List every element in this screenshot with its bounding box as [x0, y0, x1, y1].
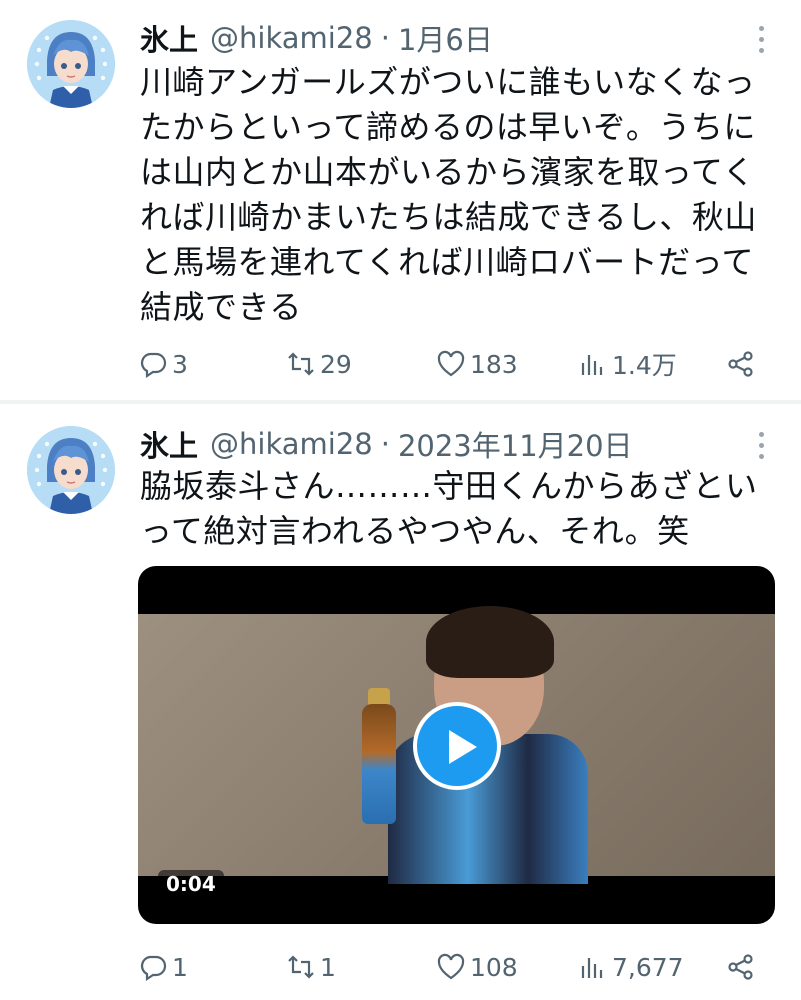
like-count: 108 [470, 952, 518, 982]
tweet-date[interactable]: 1月6日 [398, 17, 493, 59]
separator-dot: · [380, 21, 390, 55]
retweet-count: 29 [320, 349, 352, 379]
tweet-actions: 3 29 183 1.4万 [138, 344, 768, 384]
reply-button[interactable]: 3 [138, 344, 188, 384]
reply-icon [140, 352, 167, 379]
like-button[interactable]: 108 [436, 947, 518, 987]
tweet-text: 川崎アンガールズがついに誰もいなくなっ たからといって諦めるのは早いぞ。うちに … [140, 63, 757, 326]
like-count: 183 [470, 349, 518, 379]
heart-icon [437, 350, 465, 377]
video-duration: 0:04 [158, 870, 224, 898]
avatar-illustration [27, 20, 115, 108]
share-button[interactable] [726, 947, 756, 987]
views-chart-icon [581, 958, 603, 978]
more-options-icon[interactable] [759, 432, 765, 459]
user-handle[interactable]: @hikami28 [210, 427, 373, 461]
tweet-text: 脇坂泰斗さん………守田くんからあざとい って絶対言われるやつやん、それ。笑 [140, 467, 758, 550]
tweet[interactable]: 氷上 @hikami28 · 2023年11月20日 脇坂泰斗さん………守田くん… [0, 404, 801, 1000]
retweet-icon [288, 955, 314, 979]
share-icon [728, 954, 753, 980]
play-icon[interactable] [413, 702, 501, 790]
avatar-illustration [27, 426, 115, 514]
reply-button[interactable]: 1 [138, 947, 188, 987]
avatar[interactable] [27, 20, 115, 108]
user-handle[interactable]: @hikami28 [210, 21, 373, 55]
retweet-button[interactable]: 1 [286, 947, 336, 987]
reply-count: 1 [172, 952, 188, 982]
video-player[interactable]: 0:04 [138, 566, 775, 924]
tweet-header: 氷上 @hikami28 · 1月6日 [140, 18, 493, 58]
tweet-actions: 1 1 108 7,677 [138, 947, 768, 987]
display-name[interactable]: 氷上 [140, 423, 198, 465]
retweet-button[interactable]: 29 [286, 344, 352, 384]
view-count: 7,677 [612, 952, 684, 982]
like-button[interactable]: 183 [436, 344, 518, 384]
share-icon [728, 351, 753, 377]
share-button[interactable] [726, 344, 756, 384]
tweet-header: 氷上 @hikami28 · 2023年11月20日 [140, 424, 633, 464]
views-button[interactable]: 7,677 [578, 947, 684, 987]
separator-dot: · [380, 427, 390, 461]
display-name[interactable]: 氷上 [140, 17, 198, 59]
view-count: 1.4万 [612, 351, 677, 380]
reply-count: 3 [172, 349, 188, 379]
retweet-count: 1 [320, 952, 336, 982]
tweet[interactable]: 氷上 @hikami28 · 1月6日 川崎アンガールズがついに誰もいなくなっ … [0, 0, 801, 400]
heart-icon [437, 953, 465, 980]
more-options-icon[interactable] [759, 26, 765, 53]
views-chart-icon [581, 355, 603, 375]
views-button[interactable]: 1.4万 [578, 344, 677, 384]
retweet-icon [288, 352, 314, 376]
avatar[interactable] [27, 426, 115, 514]
reply-icon [140, 955, 167, 982]
tweet-date[interactable]: 2023年11月20日 [398, 423, 633, 465]
